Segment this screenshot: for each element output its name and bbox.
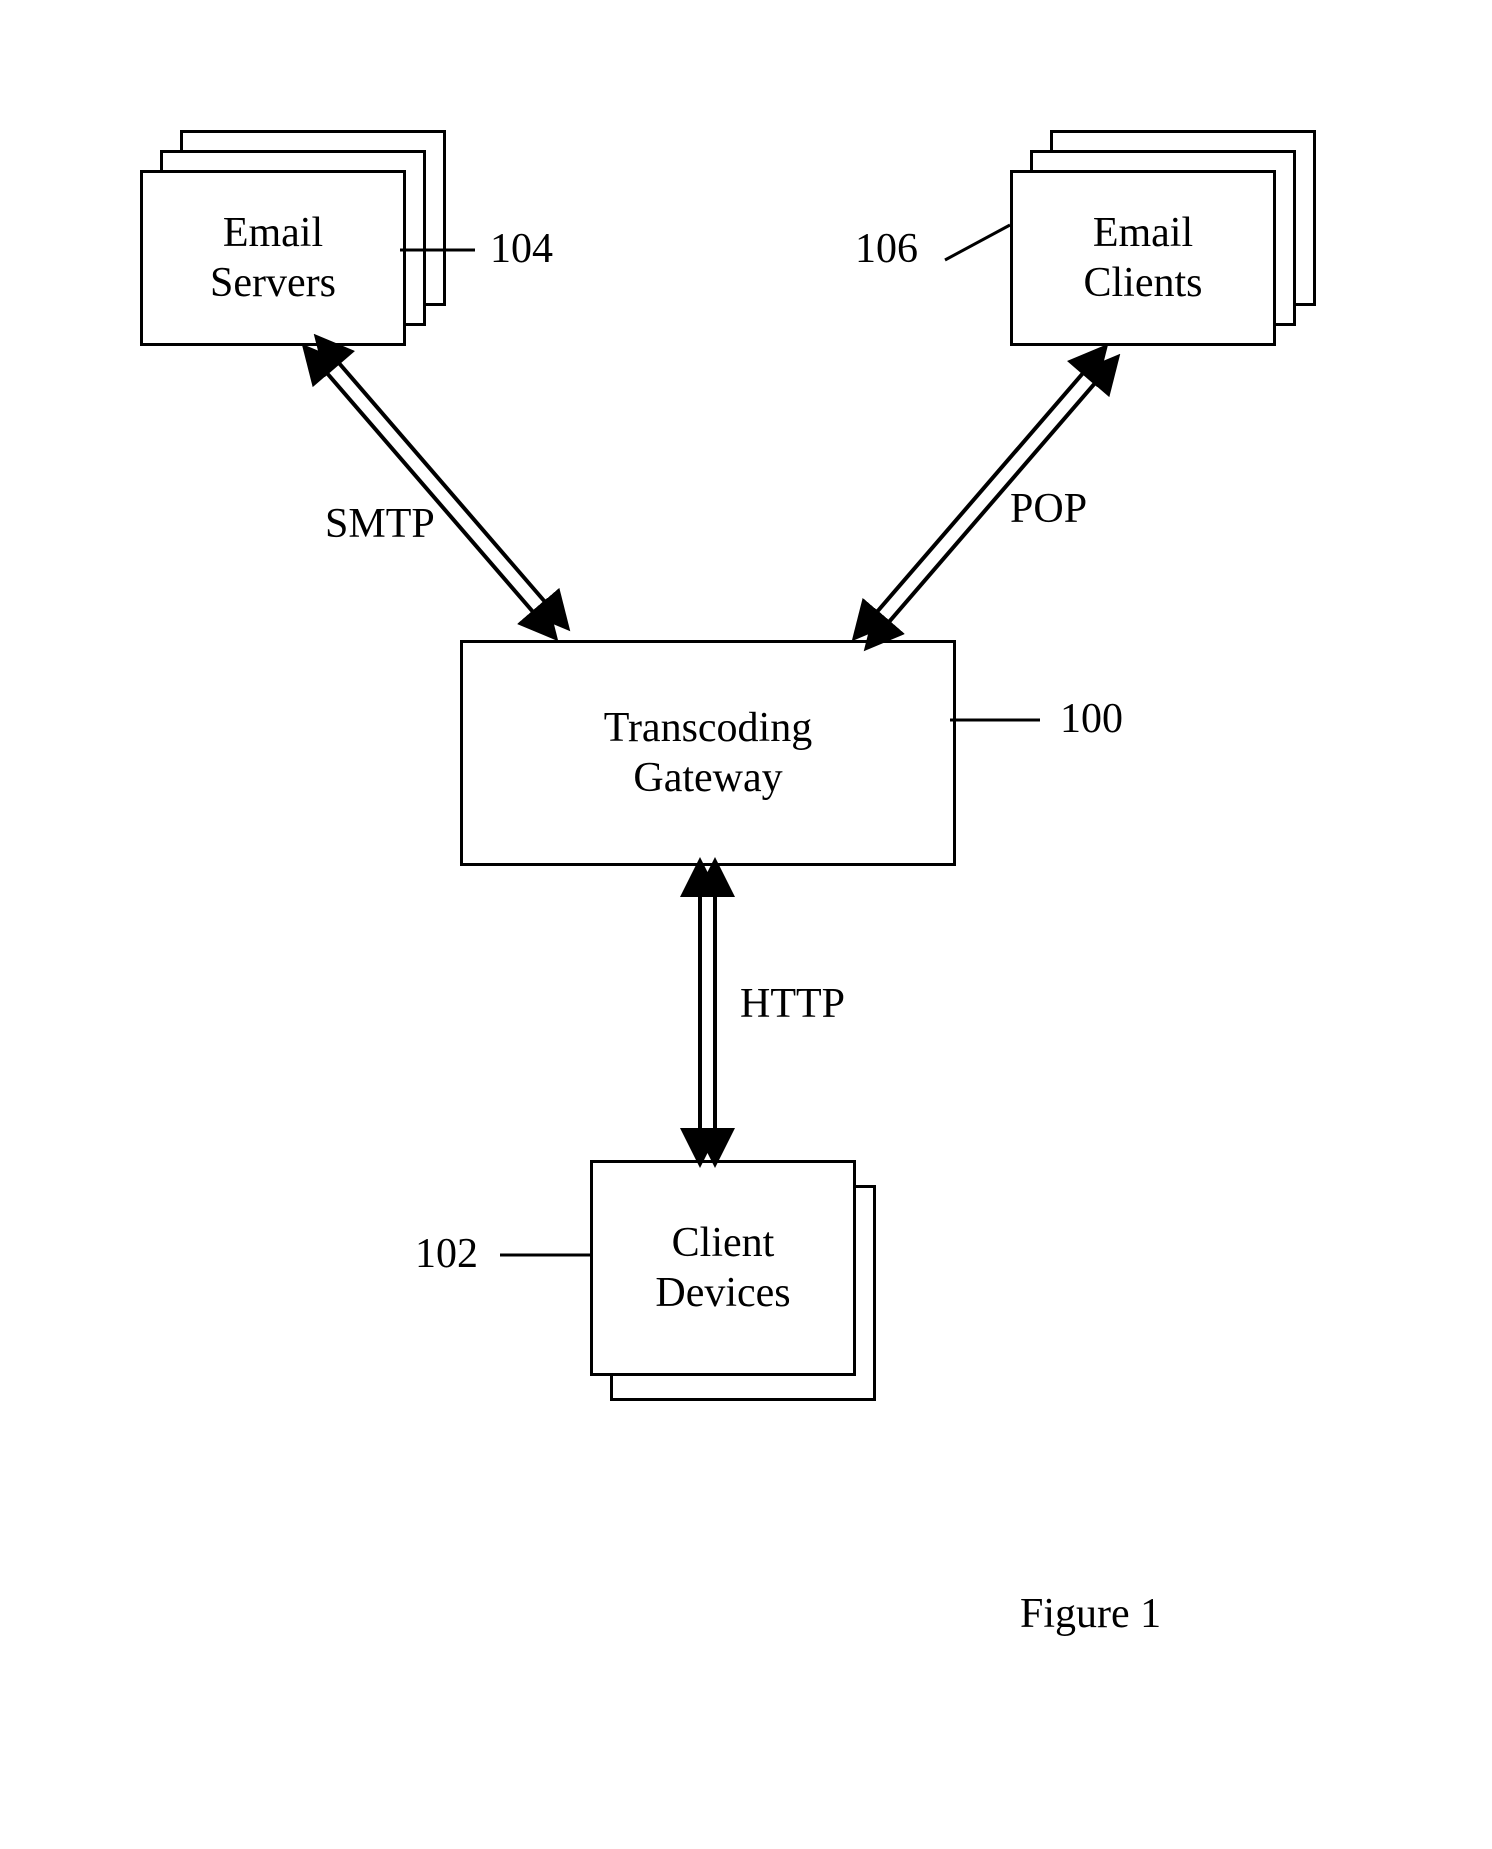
http-arrow (0, 0, 1492, 1849)
http-label: HTTP (740, 980, 845, 1028)
figure-caption: Figure 1 (1020, 1590, 1161, 1638)
